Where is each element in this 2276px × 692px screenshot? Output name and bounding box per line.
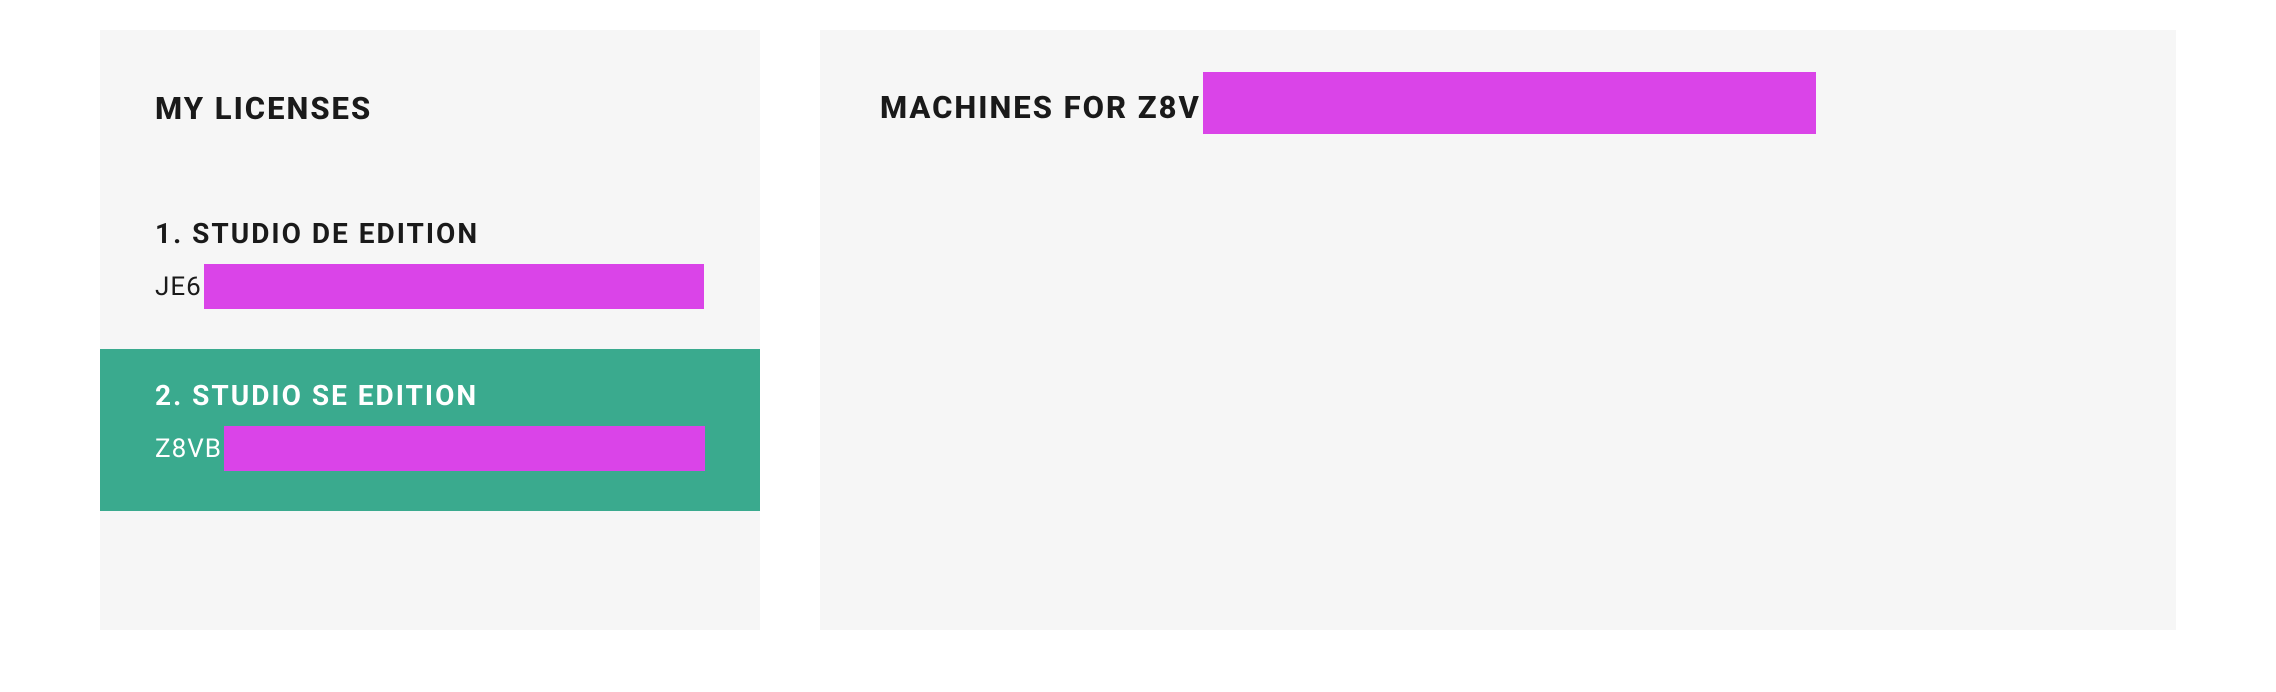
license-item-1[interactable]: 1. STUDIO DE EDITION JE6 xyxy=(100,187,760,349)
license-item-2-key-row: Z8VB xyxy=(155,426,705,471)
license-item-2-key-prefix: Z8VB xyxy=(155,434,222,464)
license-item-2-title: 2. STUDIO SE EDITION xyxy=(155,379,705,412)
license-item-1-title: 1. STUDIO DE EDITION xyxy=(155,217,705,250)
licenses-title: MY LICENSES xyxy=(155,90,705,127)
license-item-1-key-row: JE6 xyxy=(155,264,705,309)
license-item-2-key-redaction xyxy=(224,426,705,471)
license-item-2[interactable]: 2. STUDIO SE EDITION Z8VB xyxy=(100,349,760,511)
license-item-1-key-prefix: JE6 xyxy=(155,272,202,302)
machines-panel: MACHINES FOR Z8V xyxy=(820,30,2176,630)
machines-header-row: MACHINES FOR Z8V xyxy=(880,80,2116,134)
licenses-panel: MY LICENSES 1. STUDIO DE EDITION JE6 2. … xyxy=(100,30,760,630)
machines-title-redaction xyxy=(1203,72,1816,134)
licenses-header: MY LICENSES xyxy=(100,30,760,187)
machines-title: MACHINES FOR Z8V xyxy=(880,89,1201,126)
license-item-1-key-redaction xyxy=(204,264,704,309)
main-container: MY LICENSES 1. STUDIO DE EDITION JE6 2. … xyxy=(0,0,2276,660)
